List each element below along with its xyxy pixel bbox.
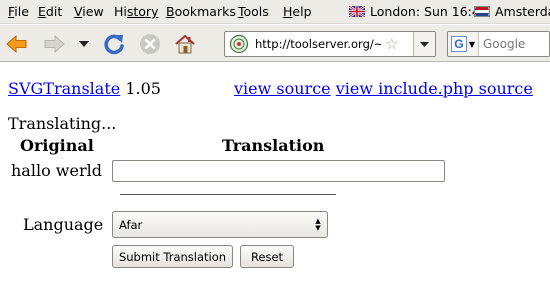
language-select[interactable]: Afar ▲ ▼ bbox=[112, 211, 328, 238]
url-text[interactable]: http://toolserver.org/~nik bbox=[255, 37, 381, 51]
url-bar[interactable]: http://toolserver.org/~nik ☆ bbox=[224, 31, 436, 57]
stop-button[interactable] bbox=[137, 31, 163, 57]
chevron-down-icon: ▼ bbox=[468, 39, 476, 49]
chevron-down-icon bbox=[79, 41, 89, 47]
menu-tools-label: ools bbox=[243, 4, 269, 19]
home-button[interactable] bbox=[172, 31, 198, 57]
clock-london-text: London: Sun 16:42 bbox=[370, 4, 488, 19]
search-input[interactable] bbox=[483, 37, 549, 51]
menu-bookmarks-mnemonic: B bbox=[166, 4, 175, 19]
column-header-translation: Translation bbox=[222, 136, 325, 155]
menu-view[interactable]: View bbox=[74, 4, 104, 19]
reset-button[interactable]: Reset bbox=[240, 245, 294, 268]
translation-input[interactable] bbox=[112, 160, 445, 182]
navigation-toolbar: http://toolserver.org/~nik ☆ G ▼ bbox=[0, 25, 550, 62]
clock-amsterdam[interactable]: Amsterdam bbox=[474, 4, 550, 19]
app-name-link[interactable]: SVGTranslate bbox=[8, 79, 120, 98]
divider bbox=[120, 194, 336, 195]
google-icon: G bbox=[450, 36, 467, 52]
page-content: SVGTranslate 1.05 view source view inclu… bbox=[0, 63, 550, 300]
menu-history-label: story bbox=[126, 4, 159, 19]
star-icon[interactable]: ☆ bbox=[385, 35, 401, 53]
netherlands-flag-icon bbox=[474, 6, 490, 17]
reload-button[interactable] bbox=[101, 31, 127, 57]
original-text: hallo werld bbox=[11, 161, 102, 180]
home-icon bbox=[175, 34, 195, 54]
menu-edit-label: dit bbox=[45, 4, 63, 19]
menu-edit-mnemonic: E bbox=[38, 4, 46, 19]
language-label: Language bbox=[23, 215, 104, 234]
menu-help-mnemonic: H bbox=[283, 4, 293, 19]
reload-icon bbox=[104, 34, 124, 55]
menu-edit[interactable]: Edit bbox=[38, 4, 62, 19]
menu-history[interactable]: History bbox=[114, 4, 158, 19]
uk-flag-icon bbox=[349, 6, 365, 17]
status-text: Translating... bbox=[8, 114, 117, 133]
clock-london[interactable]: London: Sun 16:42 bbox=[349, 4, 488, 19]
clock-amsterdam-text: Amsterdam bbox=[495, 4, 550, 19]
menu-bar: File Edit View History Bookmarks Tools H… bbox=[0, 0, 550, 24]
chevron-down-icon bbox=[420, 41, 429, 47]
search-bar[interactable]: G ▼ bbox=[447, 31, 550, 57]
forward-button[interactable] bbox=[41, 31, 67, 57]
source-links: view source view include.php source bbox=[234, 79, 533, 98]
column-header-original: Original bbox=[20, 136, 94, 155]
forward-arrow-icon bbox=[44, 34, 65, 54]
site-favicon-icon bbox=[229, 34, 249, 54]
menu-bookmarks-label: ookmarks bbox=[174, 4, 236, 19]
stop-icon bbox=[140, 34, 160, 54]
app-title: SVGTranslate 1.05 bbox=[8, 79, 161, 98]
view-include-source-link[interactable]: view include.php source bbox=[336, 79, 533, 98]
language-select-value: Afar bbox=[119, 217, 143, 232]
submit-translation-button[interactable]: Submit Translation bbox=[112, 245, 233, 268]
view-source-link[interactable]: view source bbox=[234, 79, 331, 98]
menu-help[interactable]: Help bbox=[283, 4, 312, 19]
back-arrow-icon bbox=[6, 34, 27, 54]
menu-tools[interactable]: Tools bbox=[238, 4, 269, 19]
menu-file-label: ile bbox=[14, 4, 29, 19]
app-version: 1.05 bbox=[125, 79, 161, 98]
menu-help-label: elp bbox=[292, 4, 312, 19]
menu-history-prefix: Hi bbox=[114, 4, 127, 19]
back-button[interactable] bbox=[4, 31, 30, 57]
menu-file[interactable]: File bbox=[8, 4, 29, 19]
menu-bookmarks[interactable]: Bookmarks bbox=[166, 4, 236, 19]
history-dropdown-button[interactable] bbox=[76, 31, 92, 57]
url-dropdown-button[interactable] bbox=[413, 32, 435, 56]
search-engine-selector[interactable]: G ▼ bbox=[448, 32, 479, 56]
menu-view-label: iew bbox=[82, 4, 104, 19]
updown-arrows-icon: ▲ ▼ bbox=[315, 217, 321, 232]
